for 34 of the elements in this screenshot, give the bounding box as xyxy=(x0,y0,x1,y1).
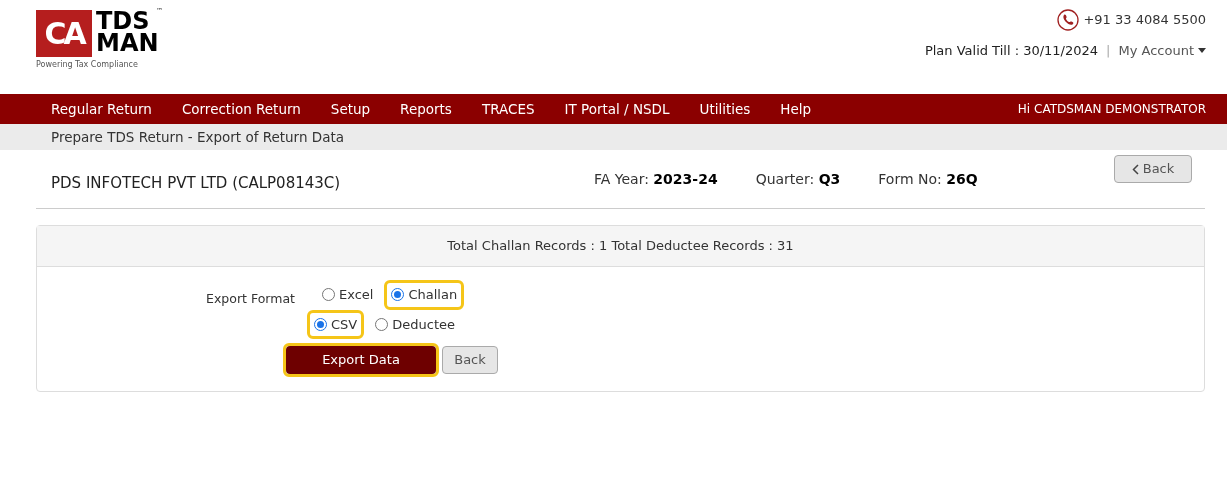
field-label: Export Format xyxy=(205,290,296,308)
logo-text: MAN xyxy=(96,32,159,54)
chevron-left-icon xyxy=(1131,163,1139,175)
phone-number: +91 33 4084 5500 xyxy=(1083,11,1206,30)
records-summary: Total Challan Records : 1 Total Deductee Records : 31 xyxy=(447,237,794,256)
nav-item[interactable]: TRACES xyxy=(481,98,535,120)
radio-option[interactable]: Excel xyxy=(315,280,381,310)
plan-validity: Plan Valid Till : 30/11/2024 xyxy=(924,42,1099,60)
radio-option[interactable]: Challan xyxy=(384,280,465,310)
nav-item[interactable]: Reports xyxy=(400,98,452,120)
back-button[interactable]: Back xyxy=(1114,155,1192,183)
nav-item[interactable]: Utilities xyxy=(699,98,751,120)
company-name: PDS INFOTECH PVT LTD (CALP08143C) xyxy=(51,172,342,194)
nav-item[interactable]: Correction Return xyxy=(181,98,301,120)
nav-item[interactable]: IT Portal / NSDL xyxy=(564,98,670,120)
back-button[interactable]: Back xyxy=(442,346,498,374)
info-field: Quarter: Q3 xyxy=(755,168,841,190)
info-field: FA Year: 2023-24 xyxy=(594,168,718,190)
radio-option[interactable]: CSV xyxy=(307,309,365,339)
logo-text: TDS xyxy=(96,10,150,32)
account-menu[interactable]: My Account xyxy=(1118,41,1206,61)
logo-tagline: Powering Tax Compliance xyxy=(36,59,139,71)
phone-icon xyxy=(1057,9,1080,31)
radio-option[interactable]: Deductee xyxy=(368,309,462,339)
breadcrumb: Prepare TDS Return - Export of Return Data xyxy=(51,127,345,147)
export-button[interactable]: Export Data xyxy=(286,346,436,374)
caret-icon xyxy=(1198,48,1206,54)
logo-mark: CA xyxy=(36,10,92,57)
nav-item[interactable]: Regular Return xyxy=(51,98,152,120)
user-greeting: Hi CATDSMAN DEMONSTRATOR xyxy=(1017,101,1206,118)
nav-item[interactable]: Setup xyxy=(330,98,371,120)
info-field: Form No: 26Q xyxy=(878,168,978,190)
nav-item[interactable]: Help xyxy=(780,98,812,120)
separator: | xyxy=(1106,42,1111,60)
